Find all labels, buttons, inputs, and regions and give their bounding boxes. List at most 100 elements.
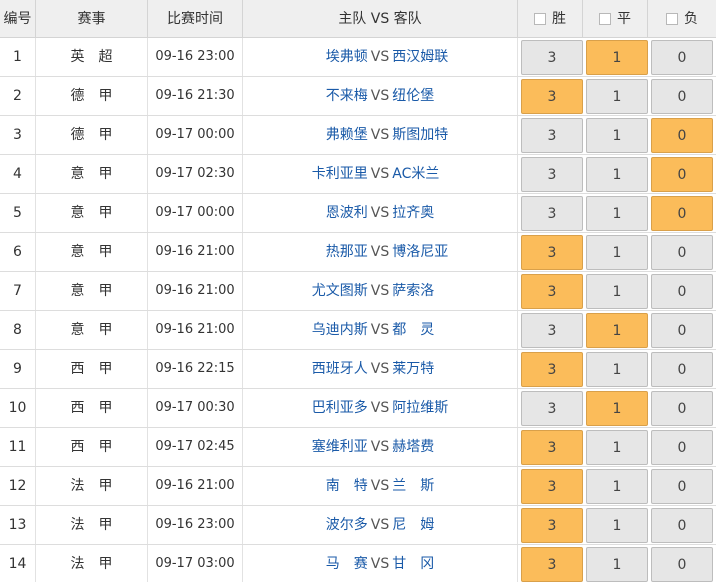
home-team-link[interactable]: 弗赖堡 xyxy=(248,116,368,154)
lose-option-button[interactable]: 0 xyxy=(651,157,713,192)
win-option-button[interactable]: 3 xyxy=(521,313,583,348)
lose-option-button[interactable]: 0 xyxy=(651,118,713,153)
home-team-link[interactable]: 波尔多 xyxy=(248,506,368,544)
home-team-link[interactable]: 塞维利亚 xyxy=(248,428,368,466)
lose-option-button[interactable]: 0 xyxy=(651,40,713,75)
away-team-link[interactable]: 萨索洛 xyxy=(392,272,512,310)
home-team-link[interactable]: 南 特 xyxy=(248,467,368,505)
away-team-link[interactable]: 尼 姆 xyxy=(392,506,512,544)
away-team-link[interactable]: 甘 冈 xyxy=(392,545,512,582)
away-team-link[interactable]: 纽伦堡 xyxy=(392,77,512,115)
league-label: 意甲 xyxy=(70,244,127,260)
league-name: 意甲 xyxy=(36,233,148,271)
win-option-button[interactable]: 3 xyxy=(521,430,583,465)
away-team-link[interactable]: 西汉姆联 xyxy=(392,38,512,76)
league-label: 法甲 xyxy=(70,517,127,533)
header-match: 主队 VS 客队 xyxy=(243,0,518,38)
lose-option-button[interactable]: 0 xyxy=(651,235,713,270)
draw-option-button[interactable]: 1 xyxy=(586,196,648,231)
league-name: 法甲 xyxy=(36,467,148,505)
league-name: 意甲 xyxy=(36,272,148,310)
draw-option-button[interactable]: 1 xyxy=(586,352,648,387)
win-all-checkbox[interactable] xyxy=(534,13,546,25)
away-team-link[interactable]: AC米兰 xyxy=(392,155,512,193)
home-team-link[interactable]: 乌迪内斯 xyxy=(248,311,368,349)
home-team-link[interactable]: 尤文图斯 xyxy=(248,272,368,310)
draw-option-button[interactable]: 1 xyxy=(586,313,648,348)
draw-option-button[interactable]: 1 xyxy=(586,79,648,114)
match-number: 11 xyxy=(0,428,36,466)
league-label: 德甲 xyxy=(70,88,127,104)
win-option-button[interactable]: 3 xyxy=(521,508,583,543)
win-option-button[interactable]: 3 xyxy=(521,40,583,75)
match-teams: 塞维利亚 VS 赫塔费 xyxy=(243,428,518,466)
draw-option-button[interactable]: 1 xyxy=(586,508,648,543)
win-option-button[interactable]: 3 xyxy=(521,235,583,270)
away-team-link[interactable]: 都 灵 xyxy=(392,311,512,349)
away-team-link[interactable]: 兰 斯 xyxy=(392,467,512,505)
home-team-link[interactable]: 热那亚 xyxy=(248,233,368,271)
lose-option-button[interactable]: 0 xyxy=(651,508,713,543)
home-team-link[interactable]: 西班牙人 xyxy=(248,350,368,388)
away-team-link[interactable]: 博洛尼亚 xyxy=(392,233,512,271)
draw-option-button[interactable]: 1 xyxy=(586,547,648,582)
win-option-button[interactable]: 3 xyxy=(521,547,583,582)
draw-all-checkbox[interactable] xyxy=(599,13,611,25)
draw-option-button[interactable]: 1 xyxy=(586,157,648,192)
away-team-link[interactable]: 拉齐奥 xyxy=(392,194,512,232)
header-draw[interactable]: 平 xyxy=(583,0,648,38)
away-team-link[interactable]: 莱万特 xyxy=(392,350,512,388)
vs-label: VS xyxy=(370,283,390,299)
match-time: 09-16 21:00 xyxy=(148,233,243,271)
lose-option-button[interactable]: 0 xyxy=(651,547,713,582)
header-win[interactable]: 胜 xyxy=(518,0,583,38)
home-team-link[interactable]: 埃弗顿 xyxy=(248,38,368,76)
away-team-link[interactable]: 阿拉维斯 xyxy=(392,389,512,427)
win-option-button[interactable]: 3 xyxy=(521,196,583,231)
away-team-link[interactable]: 赫塔费 xyxy=(392,428,512,466)
win-option-button[interactable]: 3 xyxy=(521,469,583,504)
match-number: 2 xyxy=(0,77,36,115)
vs-label: VS xyxy=(370,166,390,182)
match-teams: 埃弗顿 VS 西汉姆联 xyxy=(243,38,518,76)
win-option-button[interactable]: 3 xyxy=(521,79,583,114)
draw-option-button[interactable]: 1 xyxy=(586,118,648,153)
home-team-link[interactable]: 巴利亚多 xyxy=(248,389,368,427)
draw-option-button[interactable]: 1 xyxy=(586,469,648,504)
draw-option-button[interactable]: 1 xyxy=(586,274,648,309)
match-time: 09-17 00:30 xyxy=(148,389,243,427)
lose-option-button[interactable]: 0 xyxy=(651,430,713,465)
lose-option-button[interactable]: 0 xyxy=(651,469,713,504)
draw-option-button[interactable]: 1 xyxy=(586,235,648,270)
draw-option-button[interactable]: 1 xyxy=(586,430,648,465)
header-lose[interactable]: 负 xyxy=(648,0,716,38)
lose-option-button[interactable]: 0 xyxy=(651,313,713,348)
vs-label: VS xyxy=(370,127,390,143)
match-time: 09-17 00:00 xyxy=(148,194,243,232)
home-team-link[interactable]: 不来梅 xyxy=(248,77,368,115)
lose-option-button[interactable]: 0 xyxy=(651,196,713,231)
league-label: 英超 xyxy=(70,49,127,65)
draw-option-button[interactable]: 1 xyxy=(586,40,648,75)
home-team-link[interactable]: 卡利亚里 xyxy=(248,155,368,193)
away-team-link[interactable]: 斯图加特 xyxy=(392,116,512,154)
win-option-button[interactable]: 3 xyxy=(521,157,583,192)
win-option-button[interactable]: 3 xyxy=(521,352,583,387)
win-option-button[interactable]: 3 xyxy=(521,391,583,426)
lose-option-button[interactable]: 0 xyxy=(651,391,713,426)
win-option-button[interactable]: 3 xyxy=(521,274,583,309)
lose-option-button[interactable]: 0 xyxy=(651,352,713,387)
home-team-link[interactable]: 恩波利 xyxy=(248,194,368,232)
match-teams: 恩波利 VS 拉齐奥 xyxy=(243,194,518,232)
lose-all-checkbox[interactable] xyxy=(666,13,678,25)
win-option-button[interactable]: 3 xyxy=(521,118,583,153)
lose-option-button[interactable]: 0 xyxy=(651,79,713,114)
match-time: 09-16 21:00 xyxy=(148,272,243,310)
league-name: 西甲 xyxy=(36,428,148,466)
draw-option-button[interactable]: 1 xyxy=(586,391,648,426)
match-number: 1 xyxy=(0,38,36,76)
home-team-link[interactable]: 马 赛 xyxy=(248,545,368,582)
vs-label: VS xyxy=(370,205,390,221)
lose-option-button[interactable]: 0 xyxy=(651,274,713,309)
match-time: 09-17 02:30 xyxy=(148,155,243,193)
